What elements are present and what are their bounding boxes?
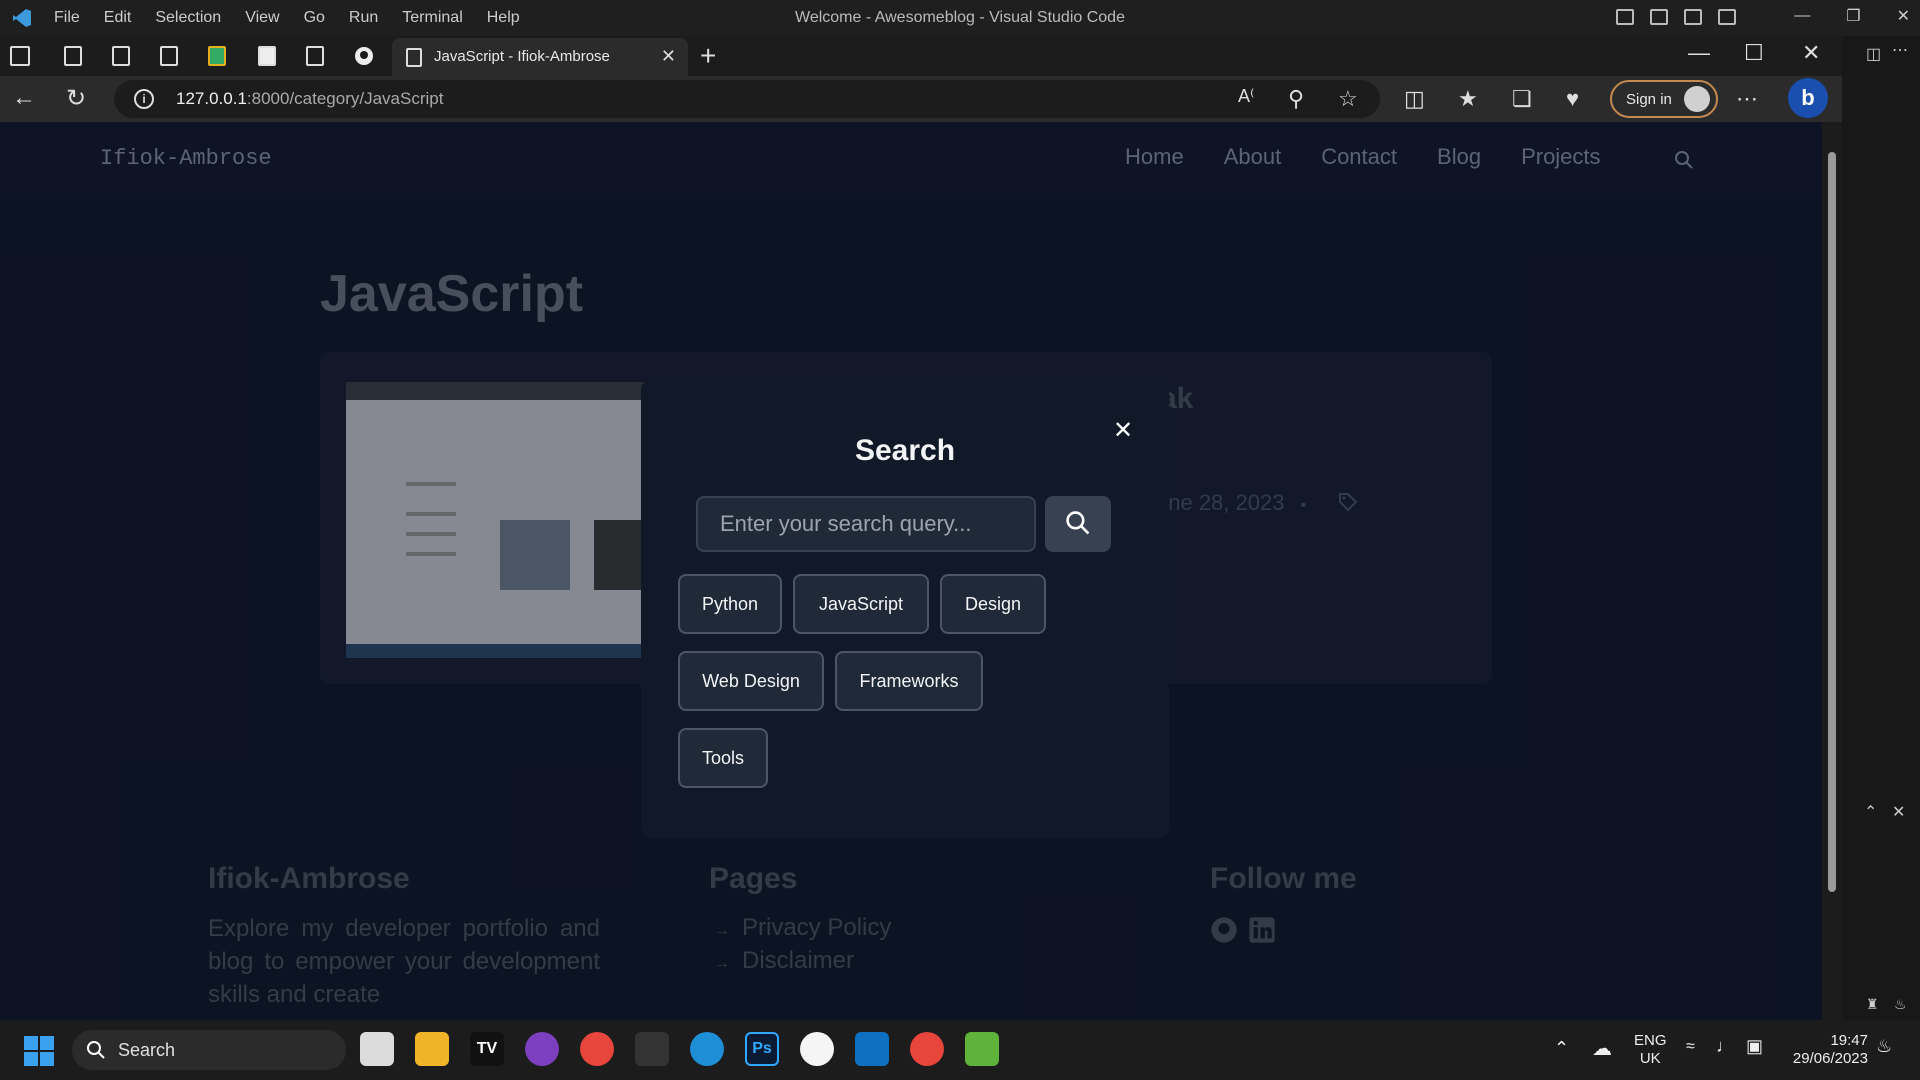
site-info-icon[interactable]: i [134,89,154,109]
vscode-title-bar: File Edit Selection View Go Run Terminal… [0,0,1920,36]
tab-close-icon[interactable]: ✕ [661,46,676,67]
browser-essentials-icon[interactable]: ♥ [1566,86,1579,112]
url-text[interactable]: 127.0.0.1:8000/category/JavaScript [176,89,443,109]
onedrive-cloud-icon[interactable]: ☁ [1592,1036,1612,1061]
favorites-icon[interactable]: ★ [1458,86,1478,112]
taskbar-search-box[interactable]: Search [72,1030,346,1070]
minimize-icon[interactable]: — [1794,7,1810,25]
language-indicator[interactable]: ENG UK [1634,1032,1667,1068]
read-aloud-icon[interactable]: A⁽ [1238,86,1254,107]
notifications-bell-icon[interactable]: ♨ [1876,1036,1892,1057]
file-explorer-icon[interactable] [415,1032,449,1066]
edge-icon[interactable] [690,1032,724,1066]
search-input[interactable] [696,496,1036,552]
github-tab-icon[interactable] [354,46,374,66]
accounts-icon[interactable]: ♜ [1866,996,1879,1013]
language-code: ENG [1634,1032,1667,1049]
page-scrollbar[interactable] [1822,122,1842,1020]
volume-icon[interactable]: ♩ [1716,1036,1734,1057]
restore-icon[interactable]: ❐ [1846,6,1860,26]
region-code: UK [1639,1050,1661,1067]
search-icon [87,1041,105,1059]
tradingview-icon[interactable]: TV [470,1032,504,1066]
tab-title: JavaScript - Ifiok-Ambrose [434,48,610,65]
pinned-tab-icon[interactable] [258,46,276,66]
tag-button-javascript[interactable]: JavaScript [793,574,929,634]
pinned-tab-icon[interactable] [112,46,130,66]
vscode-taskbar-icon[interactable] [855,1032,889,1066]
pinned-tab-icon[interactable] [160,46,178,66]
refresh-icon[interactable]: ↻ [66,84,86,113]
tag-button-design[interactable]: Design [940,574,1046,634]
modal-title: Search [854,434,956,467]
profile-avatar-icon [1684,86,1710,112]
edge-browser-window: JavaScript - Ifiok-Ambrose ✕ + — ☐ ✕ ← ↻… [0,36,1842,1020]
windows-start-icon[interactable] [24,1036,54,1066]
new-tab-icon[interactable]: + [700,40,716,72]
maximize-icon[interactable]: ☐ [1744,40,1764,66]
system-clock[interactable]: 19:47 29/06/2023 [1788,1032,1868,1068]
close-icon[interactable]: ✕ [1113,416,1133,445]
collections-icon[interactable]: ❏ [1512,86,1532,112]
url-path: :8000/category/JavaScript [246,89,444,108]
toggle-secondary-sidebar-icon[interactable] [1684,9,1702,25]
photoshop-icon[interactable]: Ps [745,1032,779,1066]
bluestacks-icon[interactable] [965,1032,999,1066]
split-editor-icon[interactable]: ◫ [1866,44,1881,64]
tab-bar: JavaScript - Ifiok-Ambrose ✕ + — ☐ ✕ [0,36,1842,76]
tag-button-tools[interactable]: Tools [678,728,768,788]
wifi-icon[interactable]: ≈ [1686,1038,1695,1056]
chevron-up-icon[interactable]: ⌃ [1864,802,1877,822]
more-options-icon[interactable]: ⋯ [1736,86,1758,112]
chrome-icon[interactable] [580,1032,614,1066]
close-icon[interactable]: ✕ [1897,6,1910,26]
bing-copilot-icon[interactable]: b [1788,78,1828,118]
sign-in-button[interactable]: Sign in [1610,80,1718,118]
url-host: 127.0.0.1 [176,89,247,108]
favorite-star-icon[interactable]: ☆ [1338,86,1358,112]
layout-controls [1616,9,1736,25]
pinned-tab-icon[interactable] [306,46,324,66]
page-icon [406,48,422,67]
toggle-panel-icon[interactable] [1650,9,1668,25]
vscode-right-panel: ◫ ⋯ ⌃ ✕ ♜ ♨ [1842,36,1920,1020]
page-viewport: Ifiok-Ambrose Home About Contact Blog Pr… [0,122,1822,1020]
close-panel-icon[interactable]: ✕ [1892,802,1905,822]
clock-time: 19:47 [1830,1032,1868,1049]
chevron-up-icon[interactable]: ⌃ [1554,1038,1569,1059]
tag-button-frameworks[interactable]: Frameworks [835,651,983,711]
minimize-icon[interactable]: — [1688,40,1710,66]
github-desktop-icon[interactable] [525,1032,559,1066]
clock-date: 29/06/2023 [1792,1050,1868,1067]
terminal-icon[interactable] [635,1032,669,1066]
tab-actions-icon[interactable] [10,46,30,66]
notifications-bell-icon[interactable]: ♨ [1894,996,1907,1013]
taskbar-search-label: Search [118,1040,176,1060]
customize-layout-icon[interactable] [1718,9,1736,25]
active-tab[interactable]: JavaScript - Ifiok-Ambrose ✕ [392,38,688,76]
pinned-tab-icon[interactable] [64,46,82,66]
app-store-icon[interactable] [800,1032,834,1066]
search-icon [1066,510,1090,534]
zoom-icon[interactable]: ⚲ [1288,86,1304,112]
windows-taskbar: Search TV Ps ⌃ ☁ ENG UK ≈ ♩ ▣ 19:47 29/0… [0,1020,1920,1080]
task-view-icon[interactable] [360,1032,394,1066]
close-icon[interactable]: ✕ [1802,40,1820,66]
search-submit-button[interactable] [1045,496,1111,552]
pinned-tab-icon[interactable] [208,46,226,66]
scrollbar-thumb[interactable] [1828,152,1836,892]
vscode-window-controls: — ❐ ✕ [1794,6,1910,26]
sign-in-label: Sign in [1626,91,1672,108]
more-actions-icon[interactable]: ⋯ [1892,40,1908,60]
battery-icon[interactable]: ▣ [1746,1036,1763,1057]
search-modal: Search ✕ Python JavaScript Design Web De… [641,380,1169,838]
address-row: ← ↻ i 127.0.0.1:8000/category/JavaScript… [0,76,1842,122]
tag-button-web-design[interactable]: Web Design [678,651,824,711]
tag-button-python[interactable]: Python [678,574,782,634]
split-screen-icon[interactable]: ◫ [1404,86,1425,112]
chrome-canary-icon[interactable] [910,1032,944,1066]
address-bar[interactable]: i 127.0.0.1:8000/category/JavaScript [114,80,1380,118]
toggle-sidebar-icon[interactable] [1616,9,1634,25]
back-icon[interactable]: ← [12,84,36,112]
